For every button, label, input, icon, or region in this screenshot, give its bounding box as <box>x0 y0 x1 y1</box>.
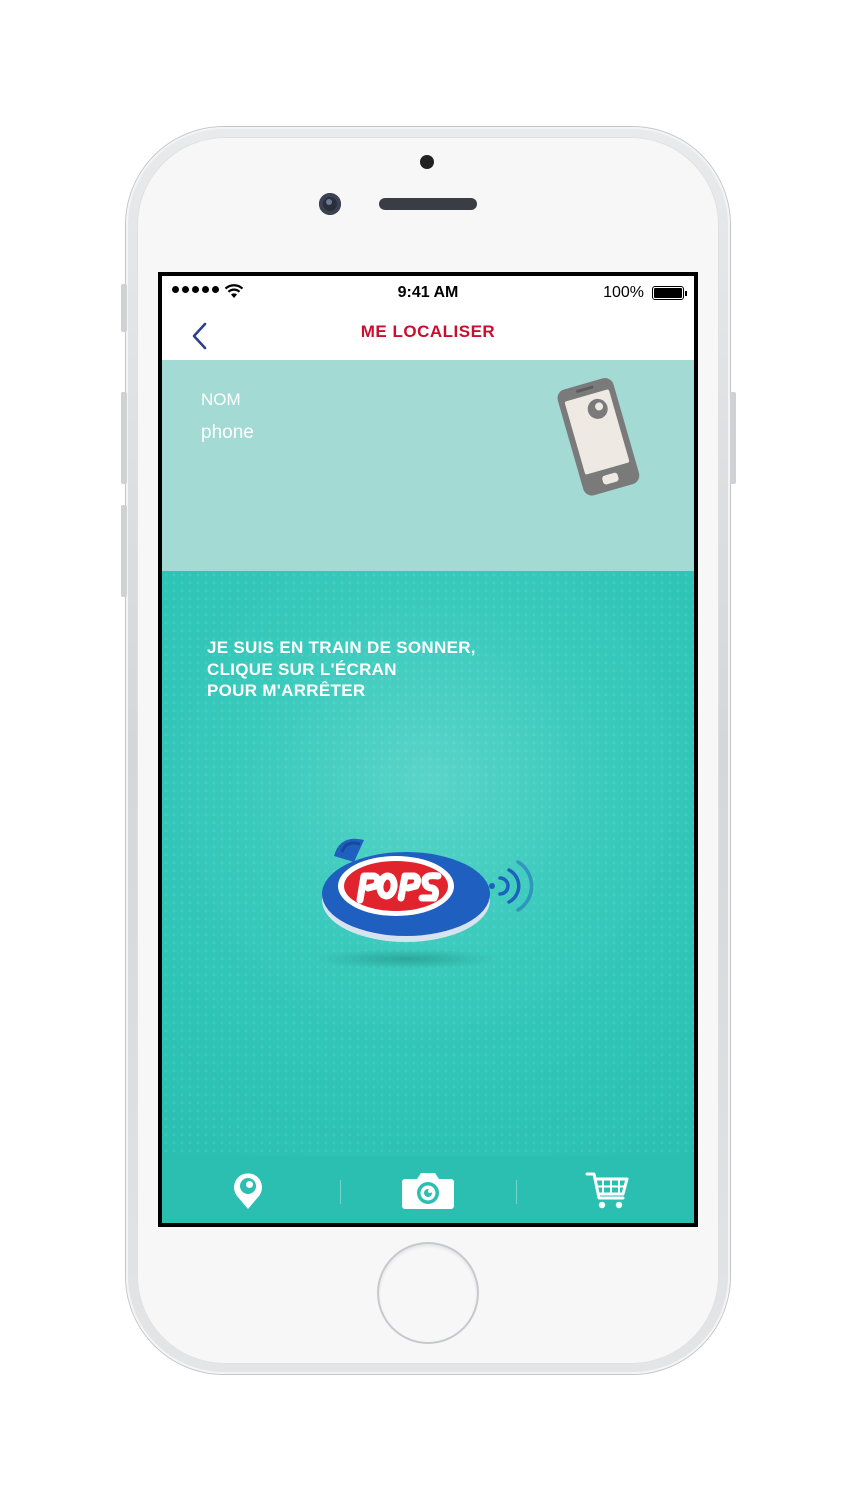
tab-camera[interactable] <box>368 1156 488 1223</box>
front-camera <box>319 193 341 215</box>
proximity-sensor <box>420 155 434 169</box>
smartphone-icon <box>557 378 640 496</box>
device-name-value: phone <box>201 422 254 443</box>
battery-icon <box>652 286 687 300</box>
ringing-message-line-1: JE SUIS EN TRAIN DE SONNER, <box>207 638 476 657</box>
device-name-label: NOM <box>201 390 241 409</box>
device-info-panel: NOM phone <box>162 360 694 571</box>
navigation-bar: ME LOCALISER <box>162 310 694 360</box>
tab-divider <box>340 1180 341 1204</box>
earpiece-speaker <box>379 198 477 210</box>
location-pin-icon <box>234 1172 262 1209</box>
status-bar: 9:41 AM 100% <box>162 276 694 310</box>
screen: 9:41 AM 100% ME LOCALISER NOM phone JE S… <box>158 272 698 1227</box>
page-title: ME LOCALISER <box>360 322 496 341</box>
tab-locate[interactable] <box>188 1156 308 1223</box>
ringing-message-line-2: CLIQUE SUR L'ÉCRAN <box>207 659 397 679</box>
power-button <box>730 392 736 484</box>
battery-percent: 100% <box>603 284 644 301</box>
stop-ringing-area[interactable]: JE SUIS EN TRAIN DE SONNER, CLIQUE SUR L… <box>162 571 694 1156</box>
volume-down-button <box>121 505 127 597</box>
app-screen: 9:41 AM 100% ME LOCALISER NOM phone JE S… <box>162 276 694 1223</box>
home-button[interactable] <box>379 1244 477 1342</box>
ringing-tag-image <box>318 838 534 969</box>
ringing-message: JE SUIS EN TRAIN DE SONNER, CLIQUE SUR L… <box>207 637 476 702</box>
camera-icon <box>402 1172 454 1209</box>
bottom-tab-bar <box>162 1156 694 1223</box>
tab-shop[interactable] <box>548 1156 668 1223</box>
mute-switch <box>121 284 127 332</box>
volume-up-button <box>121 392 127 484</box>
tab-divider <box>516 1180 517 1204</box>
cart-icon <box>585 1172 629 1208</box>
ringing-message-line-3: POUR M'ARRÊTER <box>207 681 366 700</box>
